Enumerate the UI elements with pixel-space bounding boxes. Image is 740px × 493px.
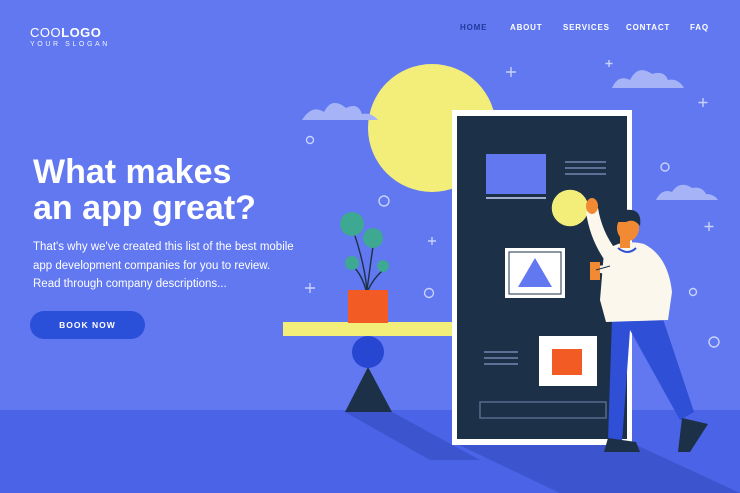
- held-circle: [550, 188, 590, 228]
- stand-triangle: [345, 367, 392, 412]
- stand-ball: [352, 336, 384, 368]
- potted-plant: [340, 212, 389, 323]
- hero-title: What makes an app great?: [33, 153, 256, 227]
- balance-plank: [283, 322, 461, 336]
- cloud-right: [656, 184, 718, 200]
- hero-description: That's why we've created this list of th…: [33, 241, 294, 290]
- cloud-left: [302, 102, 378, 120]
- cloud-top-right: [612, 70, 684, 88]
- book-now-button[interactable]: BOOK NOW: [30, 311, 145, 339]
- phone-shadow: [455, 443, 740, 493]
